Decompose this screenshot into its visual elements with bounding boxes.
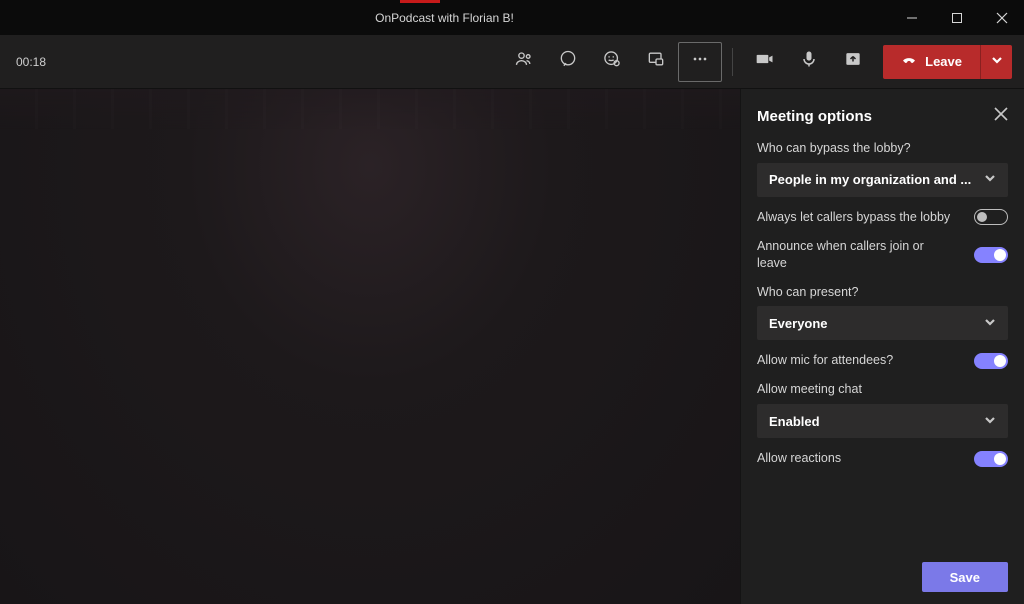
share-button[interactable] xyxy=(831,42,875,82)
window-title: OnPodcast with Florian B! xyxy=(0,11,889,25)
divider xyxy=(732,48,733,76)
toggle-knob xyxy=(977,212,987,222)
reactions-button[interactable] xyxy=(590,42,634,82)
video-stage xyxy=(0,89,740,604)
lobby-bypass-label: Who can bypass the lobby? xyxy=(757,140,1008,157)
announce-toggle[interactable] xyxy=(974,247,1008,263)
callers-bypass-label: Always let callers bypass the lobby xyxy=(757,209,962,226)
minimize-button[interactable] xyxy=(889,0,934,35)
microphone-button[interactable] xyxy=(787,42,831,82)
meeting-chat-value: Enabled xyxy=(769,414,820,429)
chat-icon xyxy=(558,49,578,74)
leave-button-group: Leave xyxy=(883,45,1012,79)
meeting-chat-field: Allow meeting chat Enabled xyxy=(757,381,1008,438)
hangup-icon xyxy=(901,52,917,71)
app-root: OnPodcast with Florian B! 00:18 xyxy=(0,0,1024,604)
announce-label: Announce when callers join or leave xyxy=(757,238,962,272)
callers-bypass-toggle[interactable] xyxy=(974,209,1008,225)
camera-button[interactable] xyxy=(743,42,787,82)
leave-button[interactable]: Leave xyxy=(883,45,980,79)
toggle-knob xyxy=(994,249,1006,261)
panel-title: Meeting options xyxy=(757,108,872,125)
maximize-button[interactable] xyxy=(934,0,979,35)
presenter-select[interactable]: Everyone xyxy=(757,306,1008,340)
more-actions-button[interactable] xyxy=(678,42,722,82)
toolbar-icons: Leave xyxy=(502,42,1012,82)
people-icon xyxy=(514,49,534,74)
chevron-down-icon xyxy=(984,316,996,331)
toggle-knob xyxy=(994,355,1006,367)
rooms-button[interactable] xyxy=(634,42,678,82)
main-area: Meeting options Who can bypass the lobby… xyxy=(0,89,1024,604)
allow-mic-toggle[interactable] xyxy=(974,353,1008,369)
allow-mic-row: Allow mic for attendees? xyxy=(757,352,1008,369)
chevron-down-icon xyxy=(984,414,996,429)
emoji-icon xyxy=(602,49,622,74)
lobby-bypass-field: Who can bypass the lobby? People in my o… xyxy=(757,140,1008,197)
chevron-down-icon xyxy=(984,172,996,187)
meeting-toolbar: 00:18 xyxy=(0,35,1024,89)
allow-reactions-row: Allow reactions xyxy=(757,450,1008,467)
close-window-button[interactable] xyxy=(979,0,1024,35)
meeting-chat-label: Allow meeting chat xyxy=(757,381,1008,398)
allow-mic-label: Allow mic for attendees? xyxy=(757,352,962,369)
save-button[interactable]: Save xyxy=(922,562,1008,592)
meeting-options-panel: Meeting options Who can bypass the lobby… xyxy=(740,89,1024,604)
presenter-value: Everyone xyxy=(769,316,828,331)
camera-icon xyxy=(755,49,775,74)
close-icon xyxy=(994,108,1008,125)
leave-menu-button[interactable] xyxy=(980,45,1012,79)
participants-button[interactable] xyxy=(502,42,546,82)
panel-body: Who can bypass the lobby? People in my o… xyxy=(757,140,1008,550)
announce-row: Announce when callers join or leave xyxy=(757,238,1008,272)
accent-strip xyxy=(400,0,440,3)
allow-reactions-toggle[interactable] xyxy=(974,451,1008,467)
breakout-rooms-icon xyxy=(646,49,666,74)
share-screen-icon xyxy=(843,49,863,74)
presenter-label: Who can present? xyxy=(757,284,1008,301)
meeting-chat-select[interactable]: Enabled xyxy=(757,404,1008,438)
lobby-bypass-value: People in my organization and ... xyxy=(769,172,971,187)
chat-button[interactable] xyxy=(546,42,590,82)
callers-bypass-row: Always let callers bypass the lobby xyxy=(757,209,1008,226)
presenter-field: Who can present? Everyone xyxy=(757,284,1008,341)
panel-footer: Save xyxy=(757,550,1008,592)
lobby-bypass-select[interactable]: People in my organization and ... xyxy=(757,163,1008,197)
toggle-knob xyxy=(994,453,1006,465)
call-timer: 00:18 xyxy=(12,55,46,69)
titlebar: OnPodcast with Florian B! xyxy=(0,0,1024,35)
chevron-down-icon xyxy=(991,53,1003,71)
allow-reactions-label: Allow reactions xyxy=(757,450,962,467)
ellipsis-icon xyxy=(690,49,710,74)
microphone-icon xyxy=(799,49,819,74)
leave-label: Leave xyxy=(925,54,962,69)
window-controls xyxy=(889,0,1024,35)
panel-header: Meeting options xyxy=(757,89,1008,140)
panel-close-button[interactable] xyxy=(994,107,1008,126)
